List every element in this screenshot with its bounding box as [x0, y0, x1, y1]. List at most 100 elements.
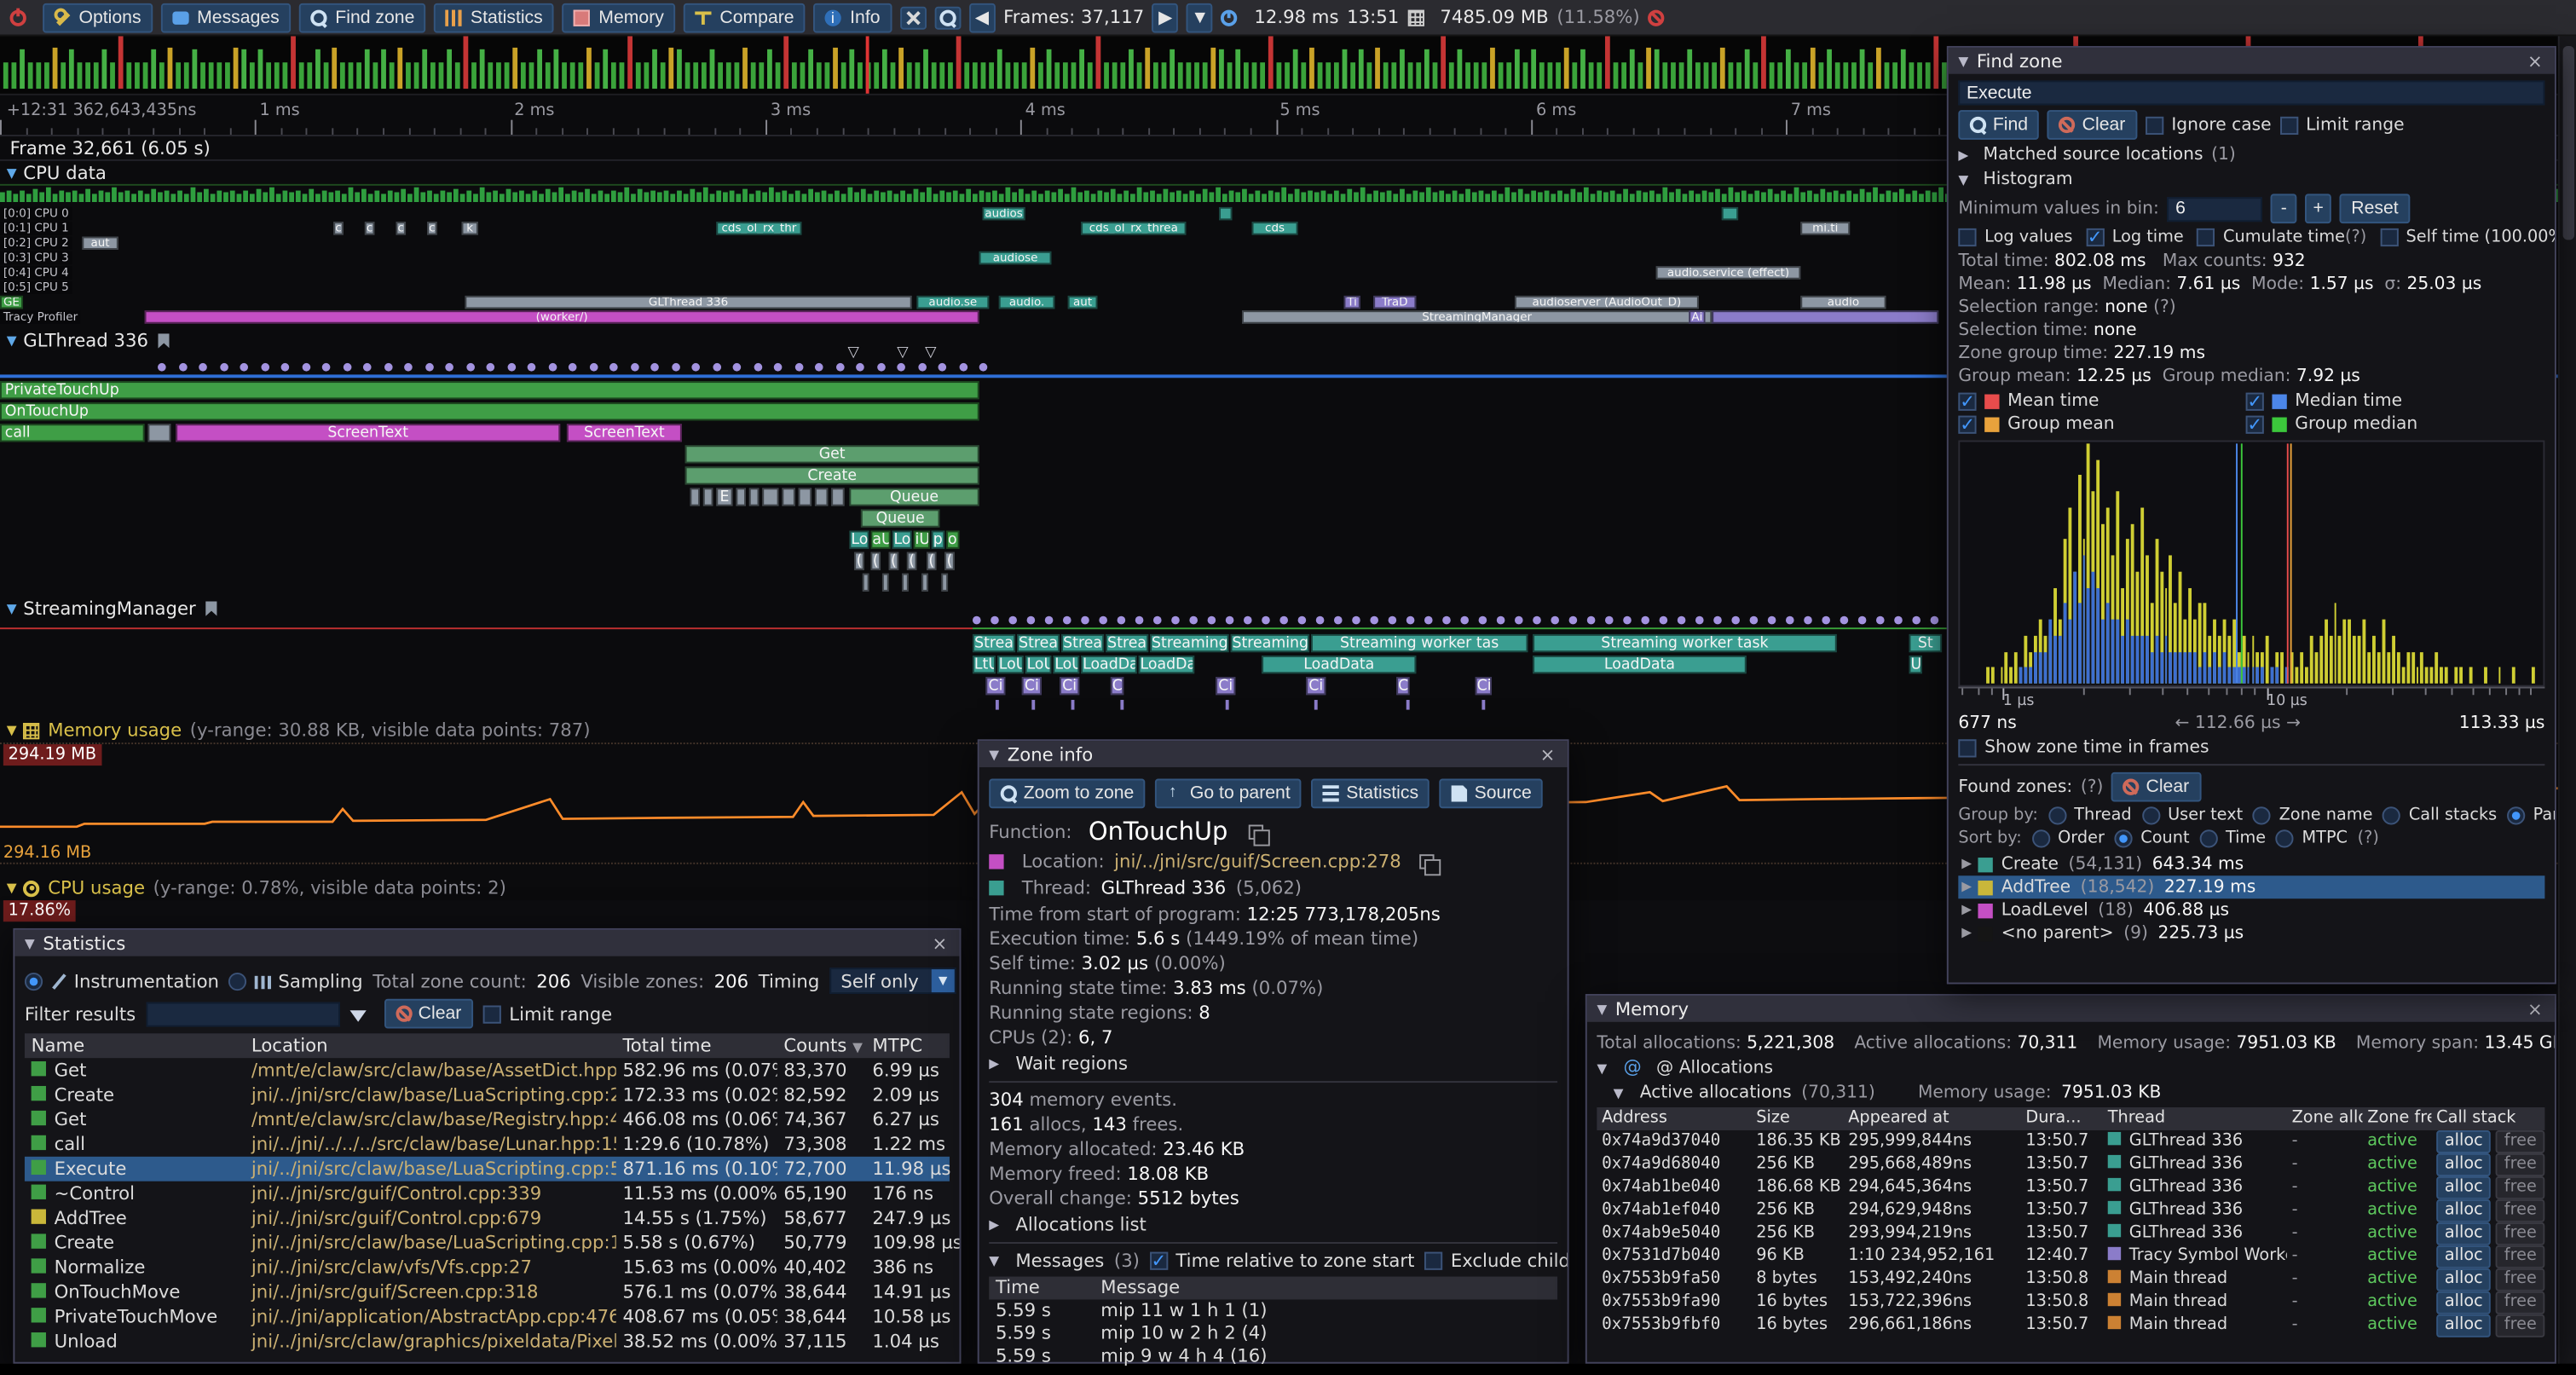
compare-button[interactable]: Compare — [684, 3, 806, 32]
zone-bar[interactable]: Ai — [1689, 310, 1705, 323]
statistics-titlebar[interactable]: ▼ Statistics × — [14, 930, 959, 956]
zone-bar[interactable]: c — [333, 222, 344, 234]
zone-bar[interactable]: LoadData — [1262, 656, 1416, 673]
message-dot[interactable] — [486, 363, 494, 372]
message-dot[interactable] — [1533, 616, 1541, 625]
zone-bar[interactable]: audio. — [999, 296, 1055, 309]
message-dot[interactable] — [281, 363, 290, 372]
statistics-table-row[interactable]: ~Control jni/../jni/src/guif/Control.cpp… — [25, 1181, 950, 1206]
message-dot[interactable] — [1226, 616, 1234, 625]
message-dot[interactable] — [528, 363, 536, 372]
message-dot[interactable] — [1279, 616, 1288, 625]
active-allocations-toggle[interactable]: ▼ Active allocations (70,311) Memory usa… — [1597, 1083, 2544, 1102]
zone-bar[interactable]: cds_ol_rx_threa — [1081, 222, 1186, 234]
show-zone-time-checkbox[interactable]: Show zone time in frames — [1958, 737, 2209, 757]
memory-allocation-row[interactable]: 0x7553b9fbf0 16 bytes 296,661,186ns 13:5… — [1597, 1314, 2544, 1337]
zone-bar[interactable]: aut — [1068, 296, 1098, 309]
zone-bar[interactable]: audio — [1800, 296, 1886, 309]
message-dot[interactable] — [1298, 616, 1307, 625]
main-scrollbar[interactable] — [2558, 36, 2576, 1363]
legend-toggle[interactable]: Group median — [2245, 414, 2533, 434]
found-zone-group[interactable]: ▶ <no parent> (9) 225.73 µs — [1958, 921, 2544, 945]
zone-bar[interactable]: c — [365, 222, 375, 234]
cumulate-time-checkbox[interactable]: Cumulate time(?) — [2197, 228, 2366, 246]
zone-bar[interactable]: Ci — [1476, 677, 1492, 695]
message-dot[interactable] — [1731, 616, 1740, 625]
alloc-callstack-button[interactable]: alloc — [2436, 1130, 2491, 1153]
message-dot[interactable] — [569, 363, 577, 372]
zone-bar[interactable]: call — [0, 424, 145, 442]
frame-mark-icon[interactable]: ▽ — [897, 347, 908, 361]
zone-bar[interactable]: audio.se — [916, 296, 989, 309]
free-callstack-button[interactable]: free — [2496, 1130, 2544, 1153]
found-zone-group[interactable]: ▶ Create (54,131) 643.34 ms — [1958, 852, 2544, 875]
statistics-table-row[interactable]: PrivateTouchMove jni/../jni/application/… — [25, 1304, 950, 1329]
free-callstack-button[interactable]: free — [2496, 1245, 2544, 1268]
pin-icon[interactable] — [159, 333, 170, 348]
statistics-table-row[interactable]: call jni/../jni/../../../src/claw/base/L… — [25, 1132, 950, 1157]
zone-bar[interactable]: ScreenText — [176, 424, 560, 442]
limit-range-checkbox[interactable]: Limit range — [2279, 115, 2404, 135]
zone-bar[interactable]: Queue — [849, 488, 979, 506]
alloc-callstack-button[interactable]: alloc — [2436, 1314, 2491, 1337]
zone-bar[interactable]: audiose — [979, 251, 1052, 264]
pin-icon[interactable] — [205, 601, 217, 615]
message-dot[interactable] — [938, 363, 946, 372]
sort-by-option[interactable]: Order — [2031, 829, 2105, 847]
zone-bar[interactable]: LoadData — [1533, 656, 1747, 673]
found-zone-group[interactable]: ▶ AddTree (18,542) 227.19 ms — [1958, 875, 2544, 898]
message-dot[interactable] — [754, 363, 762, 372]
zone-bar[interactable]: Strea — [973, 634, 1015, 652]
message-dot[interactable] — [1460, 616, 1469, 625]
message-dot[interactable] — [1424, 616, 1433, 625]
message-dot[interactable] — [712, 363, 720, 372]
bin-increase-button[interactable]: + — [2305, 194, 2331, 223]
zoom-to-zone-button[interactable]: Zoom to zone — [989, 779, 1146, 809]
message-dot[interactable] — [465, 363, 474, 372]
message-dot[interactable] — [425, 363, 433, 372]
streaming-section-header[interactable]: ▼ StreamingManager — [7, 598, 226, 620]
copy-icon[interactable] — [1249, 824, 1263, 839]
frame-mark-icon[interactable]: ▽ — [847, 347, 858, 361]
clear-button[interactable]: Clear — [2048, 110, 2137, 140]
zone-bar[interactable]: oU — [946, 531, 959, 549]
messages-button[interactable]: Messages — [161, 3, 292, 32]
glthread-section-header[interactable]: ▼ GLThread 336 — [7, 330, 178, 351]
wait-regions-toggle[interactable]: ▶Wait regions — [989, 1053, 1557, 1074]
zone-bar[interactable]: TraD — [1373, 296, 1416, 309]
message-dot[interactable] — [1515, 616, 1523, 625]
message-dot[interactable] — [1931, 616, 1939, 625]
frame-mark-icon[interactable]: ▽ — [925, 347, 936, 361]
time-relative-checkbox[interactable]: Time relative to zone start — [1150, 1251, 1415, 1272]
message-dot[interactable] — [589, 363, 598, 372]
free-callstack-button[interactable]: free — [2496, 1222, 2544, 1245]
min-bin-input[interactable] — [2167, 196, 2262, 221]
free-callstack-button[interactable]: free — [2496, 1153, 2544, 1176]
message-dot[interactable] — [1063, 616, 1071, 625]
found-zone-group[interactable]: ▶ LoadLevel (18) 406.88 µs — [1958, 898, 2544, 921]
message-dot[interactable] — [979, 363, 988, 372]
zone-bar[interactable] — [703, 488, 713, 506]
message-row[interactable]: 5.59 s mip 10 w 2 h 2 (4) — [989, 1322, 1557, 1345]
statistics-table-row[interactable]: Get /mnt/e/claw/src/claw/base/Registry.h… — [25, 1107, 950, 1132]
legend-toggle[interactable]: Median time — [2245, 391, 2533, 411]
allocations-toggle[interactable]: ▼ @ Allocations — [1597, 1058, 2544, 1077]
zone-bar[interactable]: aU — [870, 531, 890, 549]
zone-bar[interactable]: ( — [907, 552, 917, 570]
zone-bar[interactable]: ( — [927, 552, 937, 570]
message-dot[interactable] — [1153, 616, 1162, 625]
zone-bar[interactable]: GE — [0, 296, 23, 309]
zone-bar[interactable]: audioserver (AudioOut_D) — [1515, 296, 1699, 309]
frame-dropdown-button[interactable]: ▼ — [1187, 3, 1213, 32]
message-dot[interactable] — [445, 363, 453, 372]
zone-bar[interactable]: Streaming worker task — [1533, 634, 1837, 652]
group-by-option[interactable]: Thread — [2048, 806, 2131, 824]
filter-input[interactable] — [146, 1002, 339, 1026]
message-dot[interactable] — [1750, 616, 1759, 625]
zone-bar[interactable]: Lo — [849, 531, 869, 549]
statistics-table-row[interactable]: Normalize jni/../jni/src/claw/vfs/Vfs.cp… — [25, 1255, 950, 1280]
self-time-checkbox[interactable]: Self time (100.00%) — [2380, 228, 2555, 246]
next-frame-button[interactable]: ▶ — [1152, 3, 1179, 32]
zone-bar[interactable]: ( — [854, 552, 864, 570]
message-dot[interactable] — [1587, 616, 1596, 625]
